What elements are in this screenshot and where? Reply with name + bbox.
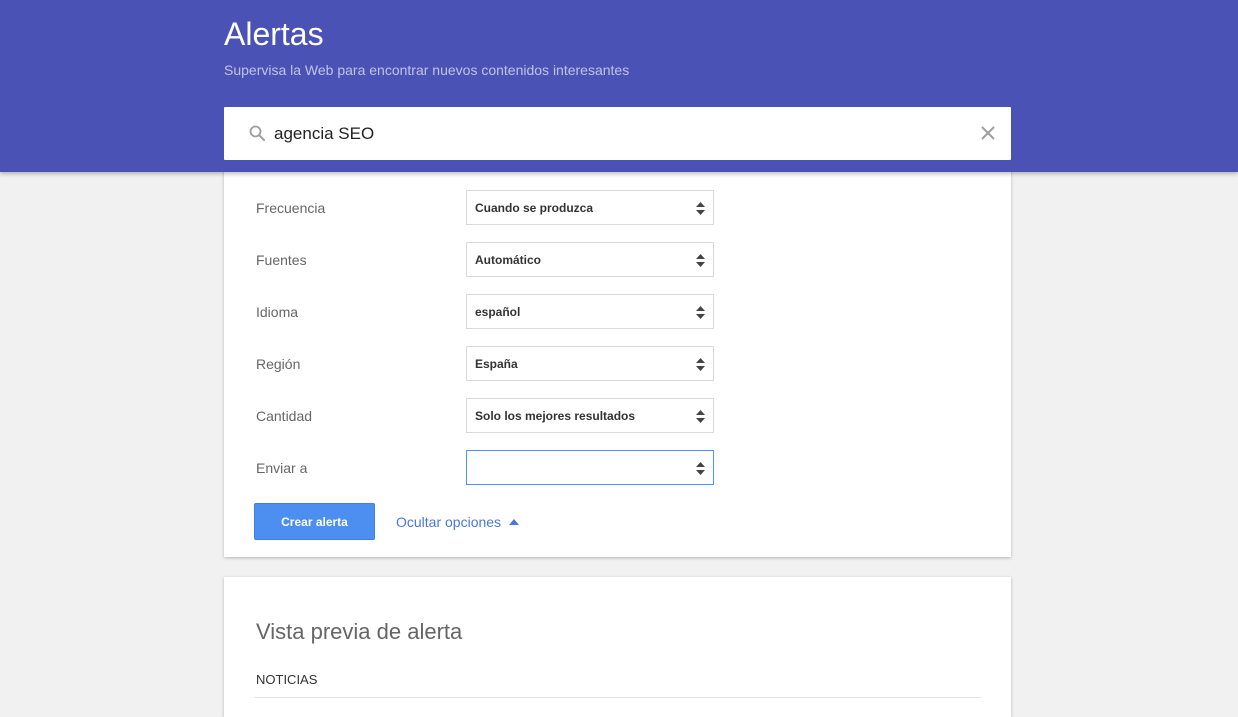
hide-options-link[interactable]: Ocultar opciones [396, 514, 520, 530]
search-icon [249, 125, 265, 141]
deliver-to-select[interactable] [466, 450, 714, 485]
close-icon[interactable] [979, 124, 997, 142]
updown-arrows-icon [696, 254, 705, 267]
updown-arrows-icon [696, 410, 705, 423]
search-input[interactable] [274, 120, 954, 148]
option-label: Cantidad [256, 408, 313, 424]
option-row-language: Idioma español [224, 294, 1011, 330]
select-value: Cuando se produzca [475, 201, 594, 215]
language-select[interactable]: español [466, 294, 714, 329]
section-divider [254, 697, 981, 698]
updown-arrows-icon [696, 462, 705, 475]
updown-arrows-icon [696, 202, 705, 215]
option-row-sources: Fuentes Automático [224, 242, 1011, 278]
select-value: Solo los mejores resultados [475, 409, 636, 423]
option-label: Fuentes [256, 252, 307, 268]
select-value: español [475, 305, 521, 319]
option-label: Enviar a [256, 460, 308, 476]
alert-preview-card: Vista previa de alerta NOTICIAS [224, 577, 1011, 717]
hide-options-label: Ocultar opciones [396, 514, 502, 530]
select-value: Automático [475, 253, 541, 267]
option-row-region: Región España [224, 346, 1011, 382]
search-box [224, 107, 1011, 160]
create-alert-button[interactable]: Crear alerta [254, 503, 375, 540]
option-label: Idioma [256, 304, 299, 320]
caret-up-icon [509, 519, 520, 525]
news-section-heading: NOTICIAS [256, 672, 318, 687]
page-subtitle: Supervisa la Web para encontrar nuevos c… [224, 62, 630, 78]
region-select[interactable]: España [466, 346, 714, 381]
updown-arrows-icon [696, 306, 705, 319]
select-value: España [475, 357, 518, 371]
preview-title: Vista previa de alerta [256, 619, 463, 644]
option-row-quantity: Cantidad Solo los mejores resultados [224, 398, 1011, 434]
frequency-select[interactable]: Cuando se produzca [466, 190, 714, 225]
page-title: Alertas [224, 16, 324, 52]
option-row-frequency: Frecuencia Cuando se produzca [224, 190, 1011, 226]
sources-select[interactable]: Automático [466, 242, 714, 277]
option-label: Frecuencia [256, 200, 326, 216]
updown-arrows-icon [696, 358, 705, 371]
option-label: Región [256, 356, 301, 372]
header-bar: Alertas Supervisa la Web para encontrar … [0, 0, 1238, 172]
quantity-select[interactable]: Solo los mejores resultados [466, 398, 714, 433]
alert-options-card: Frecuencia Cuando se produzca Fuentes Au… [224, 160, 1011, 557]
option-row-deliver-to: Enviar a [224, 450, 1011, 486]
